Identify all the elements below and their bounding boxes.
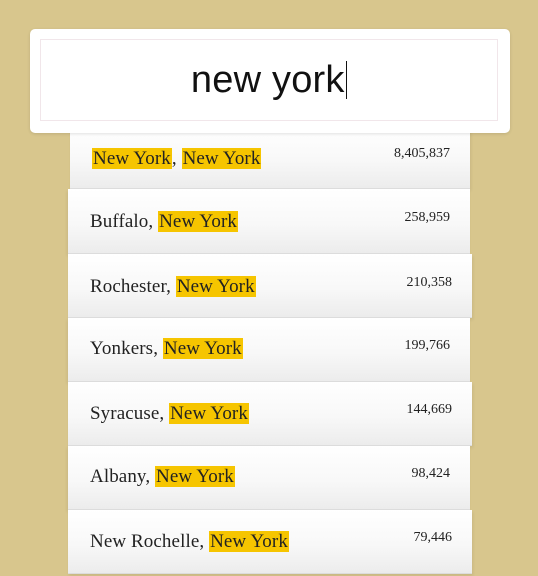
- result-population: 210,358: [406, 275, 453, 290]
- search-query-text: new york: [191, 61, 348, 99]
- result-population: 8,405,837: [394, 146, 450, 161]
- match-highlight: New York: [181, 148, 262, 169]
- result-row-yonkers[interactable]: Yonkers, New York 199,766: [68, 318, 470, 382]
- match-highlight: New York: [175, 276, 256, 297]
- result-city-label: Syracuse, New York: [90, 403, 249, 424]
- result-population: 199,766: [404, 338, 451, 353]
- result-city-label: Albany, New York: [90, 466, 235, 487]
- match-highlight: New York: [155, 466, 235, 487]
- text-caret: [345, 61, 348, 99]
- result-row-syracuse[interactable]: Syracuse, New York 144,669: [68, 382, 472, 446]
- result-population: 98,424: [411, 466, 451, 481]
- match-highlight: New York: [209, 531, 289, 552]
- match-highlight: New York: [169, 403, 249, 424]
- result-city-label: New Rochelle, New York: [90, 531, 289, 552]
- result-row-buffalo[interactable]: Buffalo, New York 258,959: [68, 189, 470, 254]
- match-highlight: New York: [162, 338, 243, 359]
- result-city-label: Yonkers, New York: [90, 338, 243, 359]
- result-city-label: Rochester, New York: [90, 276, 256, 297]
- result-city-label: New York, New York: [92, 148, 262, 169]
- result-row-new-york[interactable]: New York, New York 8,405,837: [70, 126, 470, 189]
- result-row-albany[interactable]: Albany, New York 98,424: [68, 446, 470, 510]
- result-row-rochester[interactable]: Rochester, New York 210,358: [68, 254, 472, 318]
- result-city-label: Buffalo, New York: [90, 211, 238, 232]
- result-row-new-rochelle[interactable]: New Rochelle, New York 79,446: [68, 510, 472, 574]
- match-highlight: New York: [92, 148, 172, 169]
- search-input[interactable]: new york: [40, 39, 498, 121]
- search-card: new york: [30, 29, 510, 133]
- result-population: 144,669: [406, 402, 453, 417]
- result-population: 79,446: [413, 530, 453, 545]
- result-population: 258,959: [404, 210, 451, 225]
- match-highlight: New York: [158, 211, 238, 232]
